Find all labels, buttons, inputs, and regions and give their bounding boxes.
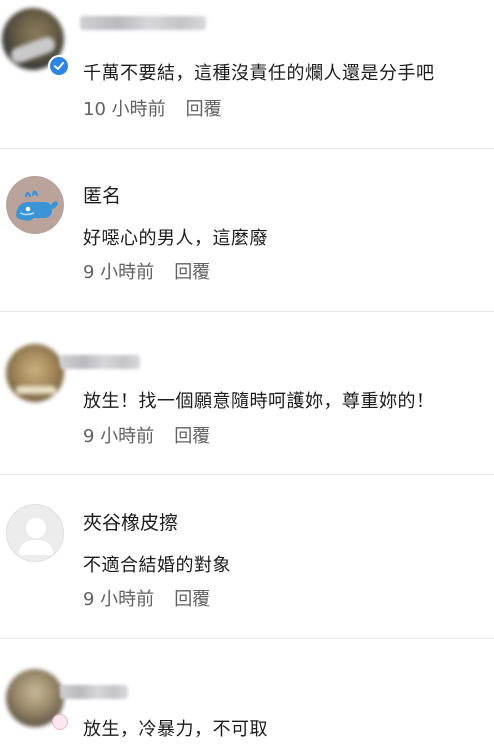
comment-text: 放生！找一個願意隨時呵護妳，尊重妳的！ — [83, 391, 435, 412]
whale-avatar-icon[interactable] — [6, 176, 64, 234]
reply-link[interactable]: 回覆 — [174, 589, 210, 610]
blurred-username[interactable] — [60, 355, 140, 369]
default-user-avatar-icon[interactable] — [6, 504, 64, 562]
username[interactable]: 匿名 — [83, 181, 121, 208]
blurred-username[interactable] — [60, 685, 128, 699]
reply-link[interactable]: 回覆 — [186, 99, 222, 120]
avatar[interactable] — [6, 344, 64, 402]
comment-item: 千萬不要結，這種沒責任的爛人還是分手吧 10 小時前 回覆 — [0, 0, 494, 148]
verified-check-icon — [48, 55, 70, 77]
comment-meta: 10 小時前 回覆 — [83, 95, 222, 121]
comment-text: 放生，冷暴力，不可取 — [83, 719, 268, 740]
comment-item: 匿名 好噁心的男人，這麼廢 9 小時前 回覆 — [0, 149, 494, 311]
blurred-username[interactable] — [80, 16, 206, 30]
comment-item: 放生，冷暴力，不可取 — [0, 639, 494, 749]
comment-text: 不適合結婚的對象 — [83, 555, 231, 576]
comment-timestamp: 9 小時前 — [83, 426, 155, 447]
comment-meta: 9 小時前 回覆 — [83, 422, 210, 448]
comment-timestamp: 9 小時前 — [83, 262, 155, 283]
comment-text: 千萬不要結，這種沒責任的爛人還是分手吧 — [83, 63, 435, 84]
comment-item: 夾谷橡皮擦 不適合結婚的對象 9 小時前 回覆 — [0, 475, 494, 638]
username[interactable]: 夾谷橡皮擦 — [83, 508, 178, 535]
comment-item: 放生！找一個願意隨時呵護妳，尊重妳的！ 9 小時前 回覆 — [0, 312, 494, 474]
reply-link[interactable]: 回覆 — [174, 262, 210, 283]
comment-timestamp: 10 小時前 — [83, 99, 166, 120]
reply-link[interactable]: 回覆 — [174, 426, 210, 447]
comment-timestamp: 9 小時前 — [83, 589, 155, 610]
comment-text: 好噁心的男人，這麼廢 — [83, 228, 268, 249]
comment-meta: 9 小時前 回覆 — [83, 258, 210, 284]
comment-meta: 9 小時前 回覆 — [83, 585, 210, 611]
badge-icon — [52, 714, 68, 730]
